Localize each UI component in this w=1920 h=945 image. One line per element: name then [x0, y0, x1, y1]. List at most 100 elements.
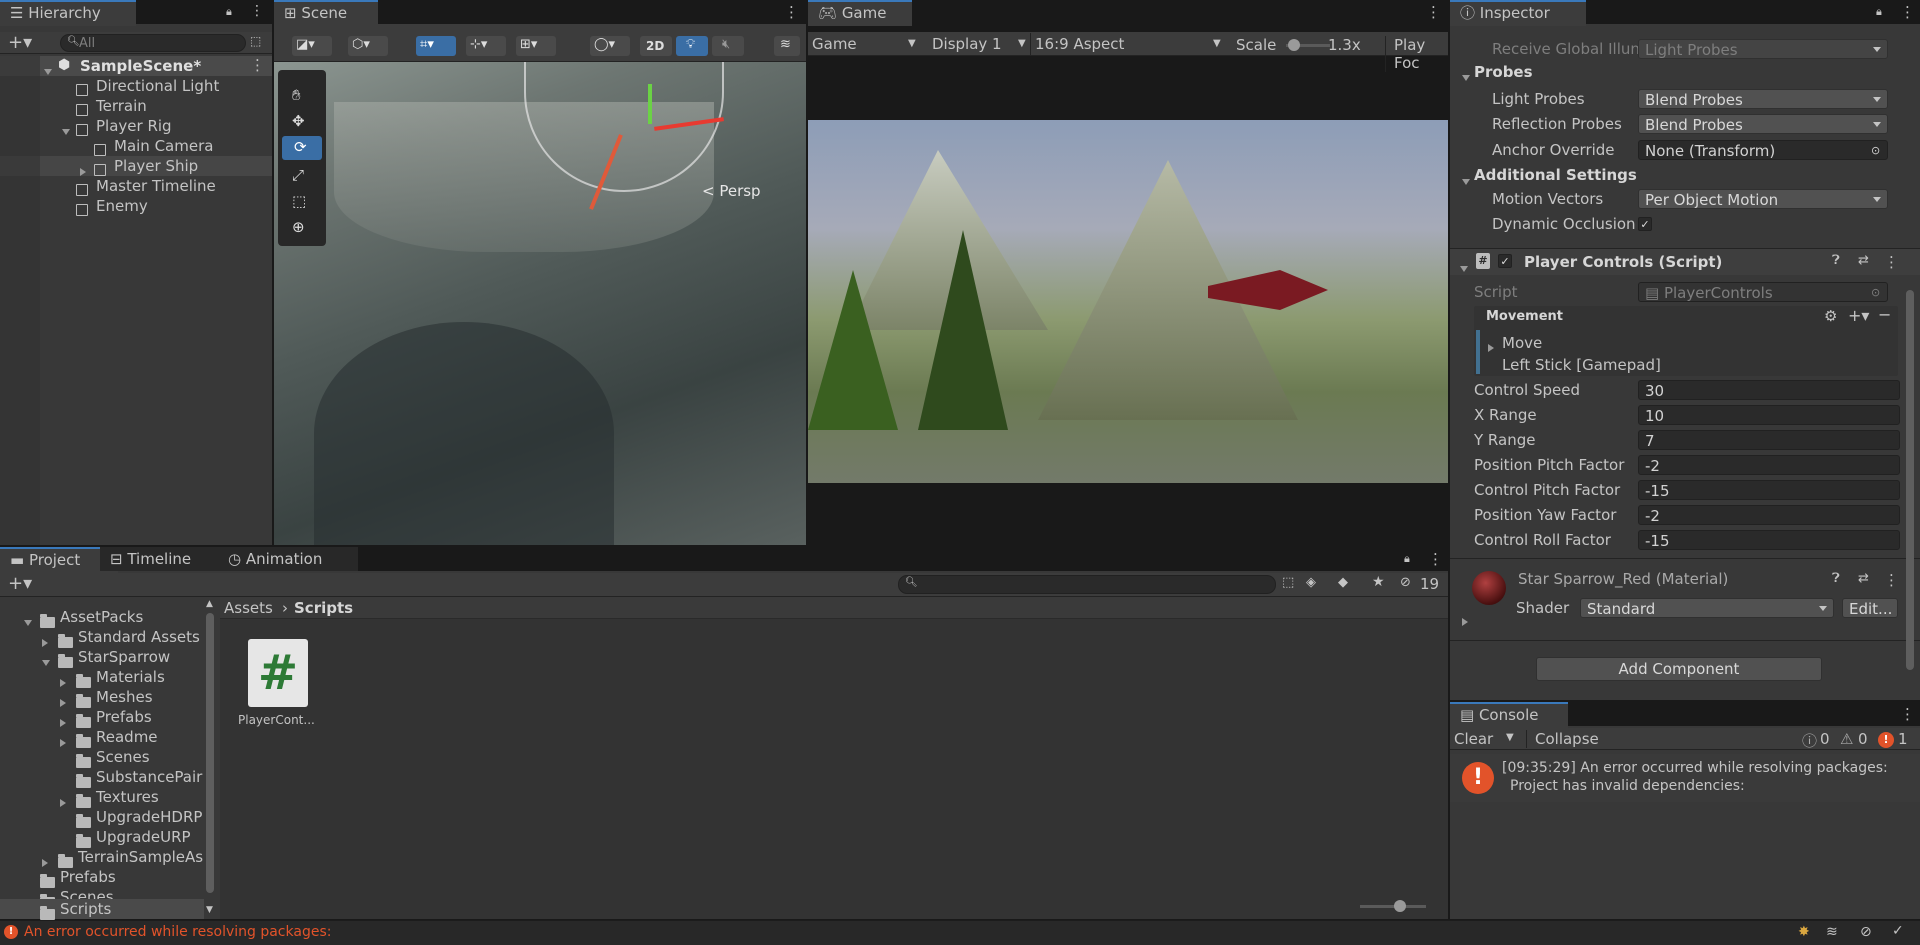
favorite-icon[interactable]: ★ — [1372, 574, 1385, 590]
tree-row-scripts[interactable]: Scripts — [0, 899, 204, 920]
add-icon[interactable]: +▾ — [8, 32, 32, 53]
inspector-scrollbar[interactable] — [1906, 290, 1914, 670]
tree-row-substancepainter[interactable]: SubstancePair — [0, 767, 204, 788]
add-binding-icon[interactable]: +▾ — [1848, 306, 1869, 325]
hierarchy-item-player-ship[interactable]: Player Ship — [0, 156, 272, 176]
tab-animation[interactable]: ◷ Animation — [218, 547, 358, 571]
presets-icon[interactable]: ⇄ — [1858, 253, 1869, 268]
move-tool-icon[interactable]: ✥ — [292, 112, 305, 130]
control-roll-factor-input[interactable]: -15 — [1638, 530, 1900, 550]
scene-menu-icon[interactable]: ⋮ — [250, 56, 265, 74]
shading-button[interactable]: ⬡▾ — [348, 36, 388, 56]
thumbnail-size-slider-thumb[interactable] — [1394, 900, 1406, 912]
create-icon[interactable]: +▾ — [8, 573, 32, 594]
check-icon[interactable]: ✓ — [1892, 923, 1904, 939]
layers-status-icon[interactable]: ≋ — [1826, 924, 1838, 940]
persp-label[interactable]: < Persp — [702, 182, 761, 200]
tab-timeline[interactable]: ⊟ Timeline — [100, 547, 236, 571]
tree-row-meshes[interactable]: Meshes — [0, 687, 204, 708]
scale-tool-icon[interactable]: ⤢ — [292, 166, 304, 184]
dynamic-occlusion-checkbox[interactable]: ✓ — [1638, 217, 1652, 231]
position-yaw-factor-input[interactable]: -2 — [1638, 505, 1900, 525]
tree-row-materials[interactable]: Materials — [0, 667, 204, 688]
tab-inspector[interactable]: ⓘ Inspector — [1450, 0, 1586, 26]
more-menu-icon[interactable]: ⋮ — [1426, 3, 1441, 21]
lock-icon[interactable]: 🔒︎ — [1876, 5, 1882, 19]
hierarchy-item-enemy[interactable]: Enemy — [0, 196, 272, 216]
play-focused-select[interactable]: Play Foc — [1385, 36, 1448, 72]
search-by-type-icon[interactable]: ⬚ — [1282, 575, 1294, 590]
hidden-packages-icon[interactable]: ⊘ — [1400, 575, 1411, 590]
light-probes-dropdown[interactable]: Blend Probes — [1638, 89, 1888, 109]
grid-visibility-button[interactable]: ⊞▾ — [516, 36, 556, 56]
additional-settings-header[interactable]: Additional Settings — [1474, 164, 1637, 186]
display-select[interactable]: Display 1 ▼ — [932, 33, 1032, 55]
error-filter-icon[interactable]: ! — [1878, 732, 1894, 748]
rotate-tool-button[interactable]: ⟳ — [282, 136, 322, 160]
rect-tool-icon[interactable]: ⬚ — [292, 192, 306, 210]
gear-icon[interactable]: ⚙ — [1824, 307, 1837, 325]
help-icon[interactable]: ❓︎ — [1832, 253, 1840, 268]
breadcrumb-scripts[interactable]: Scripts — [294, 599, 353, 617]
presets-icon[interactable]: ⇄ — [1858, 571, 1869, 586]
view-select[interactable]: Game ▼ — [812, 33, 922, 55]
transform-handle-y[interactable] — [648, 84, 652, 124]
render-mode-button[interactable]: ◯▾ — [590, 36, 630, 56]
warning-filter-icon[interactable]: ⚠ — [1840, 730, 1853, 748]
status-message[interactable]: An error occurred while resolving packag… — [24, 924, 331, 940]
scale-slider[interactable] — [1286, 39, 1330, 51]
clear-button[interactable]: Clear — [1454, 730, 1493, 748]
project-search-input[interactable]: 🔍︎ — [898, 575, 1276, 594]
material-menu-icon[interactable]: ⋮ — [1884, 571, 1899, 589]
info-filter-icon[interactable]: ⓘ — [1802, 730, 1817, 751]
tree-row-terrainsampleassets[interactable]: TerrainSampleAs — [0, 847, 204, 868]
hierarchy-search-input[interactable]: 🔍︎ All — [60, 34, 246, 52]
search-scope-icon[interactable]: ⬚ — [250, 34, 261, 48]
hierarchy-item-directional-light[interactable]: Directional Light — [0, 76, 272, 96]
y-range-input[interactable]: 7 — [1638, 430, 1900, 450]
collapse-button[interactable]: Collapse — [1526, 730, 1599, 748]
label-icon[interactable]: ◆ — [1338, 575, 1348, 590]
scroll-down-icon[interactable]: ▼ — [206, 905, 213, 915]
tree-row-prefabs-root[interactable]: Prefabs — [0, 867, 204, 888]
tree-row-standard-assets[interactable]: Standard Assets — [0, 627, 204, 648]
lock-icon[interactable]: 🔒︎ — [226, 5, 232, 19]
expand-arrow[interactable] — [1462, 612, 1468, 630]
hand-tool-icon[interactable]: ✋︎ — [292, 86, 301, 104]
tree-row-readme[interactable]: Readme — [0, 727, 204, 748]
aspect-select[interactable]: 16:9 Aspect ▼ — [1030, 33, 1230, 55]
tree-row-upgradehdrp[interactable]: UpgradeHDRP — [0, 807, 204, 828]
component-enabled-checkbox[interactable]: ✓ — [1498, 254, 1512, 268]
grid-snap-button[interactable]: ⌗▾ — [416, 36, 456, 56]
motion-vectors-dropdown[interactable]: Per Object Motion — [1638, 189, 1888, 209]
filter-type-icon[interactable]: ◈ — [1306, 575, 1316, 590]
hierarchy-item-terrain[interactable]: Terrain — [0, 96, 272, 116]
tab-scene[interactable]: ⊞ Scene — [274, 0, 378, 26]
expand-arrow[interactable] — [1462, 172, 1470, 190]
tree-row-scenes[interactable]: Scenes — [0, 747, 204, 768]
tree-row-prefabs[interactable]: Prefabs — [0, 707, 204, 728]
more-menu-icon[interactable]: ⋮ — [1428, 550, 1443, 568]
more-menu-icon[interactable]: ⋮ — [1900, 3, 1915, 21]
more-menu-icon[interactable]: ⋮ — [784, 3, 799, 21]
expand-arrow[interactable] — [1462, 68, 1470, 86]
probes-header[interactable]: Probes — [1474, 61, 1533, 83]
audio-toggle-button[interactable]: 🔇︎ — [712, 36, 744, 56]
move-action[interactable]: Move — [1502, 333, 1542, 353]
more-menu-icon[interactable]: ⋮ — [1900, 705, 1915, 723]
game-viewport[interactable] — [808, 120, 1448, 483]
hierarchy-item-main-camera[interactable]: Main Camera — [0, 136, 272, 156]
console-message-row[interactable]: ! [09:35:29] An error occurred while res… — [1450, 754, 1920, 802]
edit-shader-button[interactable]: Edit... — [1842, 598, 1898, 618]
lock-icon[interactable]: 🔒︎ — [1404, 552, 1410, 566]
effects-toggle-button[interactable]: ≋ — [774, 36, 800, 56]
shader-dropdown[interactable]: Standard — [1580, 598, 1834, 618]
expand-arrow[interactable] — [1460, 259, 1468, 277]
object-picker-icon[interactable]: ⊙ — [1871, 141, 1880, 159]
draw-mode-button[interactable]: ◪▾ — [292, 36, 332, 56]
transform-tool-icon[interactable]: ⊕ — [292, 218, 305, 236]
help-icon[interactable]: ❓︎ — [1832, 571, 1840, 586]
auto-generate-lighting-off-icon[interactable]: ⊘ — [1860, 924, 1872, 940]
tab-hierarchy[interactable]: ☰ Hierarchy — [0, 0, 136, 26]
bug-report-icon[interactable]: ✸ — [1798, 924, 1810, 940]
